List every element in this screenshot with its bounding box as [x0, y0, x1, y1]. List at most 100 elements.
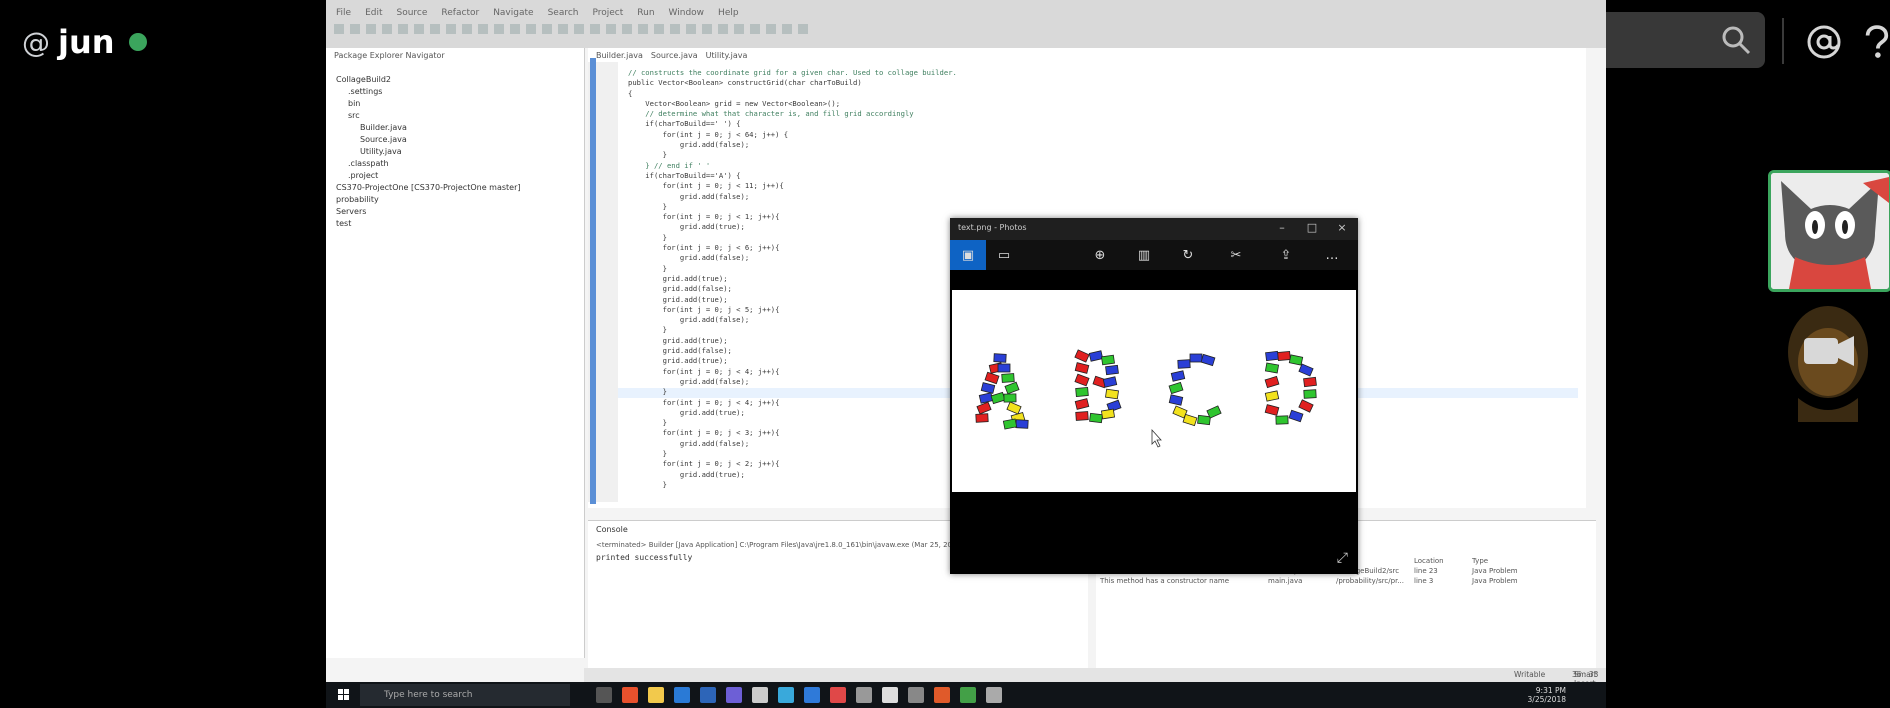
mention-icon[interactable] [1802, 20, 1846, 64]
code-line: public Vector<Boolean> constructGrid(cha… [628, 78, 862, 88]
taskbar-search[interactable]: Type here to search [360, 684, 570, 706]
more-icon[interactable]: … [1314, 240, 1350, 270]
fullscreen-icon[interactable]: ⤢ [1337, 550, 1348, 566]
windows-start-icon[interactable] [338, 689, 350, 701]
file-explorer-icon[interactable] [648, 687, 664, 703]
system-tray-clock[interactable]: 9:31 PM 3/25/2018 [1528, 686, 1566, 704]
crop-icon[interactable]: ✂ [1218, 240, 1254, 270]
close-icon[interactable]: × [1334, 221, 1350, 234]
app-icon[interactable] [934, 687, 950, 703]
code-line: } // end if ' ' [628, 160, 711, 170]
app-icon[interactable] [908, 687, 924, 703]
tree-item: Builder.java [360, 123, 407, 132]
collage-tile [1298, 399, 1314, 413]
share-icon[interactable]: ⇪ [1268, 240, 1304, 270]
code-line: grid.add(false); [628, 284, 732, 294]
task-view-icon[interactable] [596, 687, 612, 703]
shared-screen-stream[interactable]: File Edit Source Refactor Navigate Search Proj… [326, 0, 1606, 708]
taskbar-apps [596, 687, 1002, 703]
participant-avatar-speaking[interactable] [1768, 170, 1890, 292]
collage-tile [1075, 411, 1089, 421]
photos-window[interactable]: text.png - Photos – □ × ▣ ▭ ⊕ ▥ ↻ ✂ ⇪ … … [950, 218, 1358, 574]
collage-tile [978, 392, 994, 404]
app-icon[interactable] [674, 687, 690, 703]
view-image-icon[interactable]: ▣ [950, 240, 986, 270]
slideshow-icon[interactable]: ▭ [986, 240, 1022, 270]
collage-tile [1288, 409, 1304, 423]
maximize-icon[interactable]: □ [1304, 221, 1320, 234]
code-line: grid.add(false); [628, 253, 750, 263]
help-icon[interactable] [1862, 20, 1890, 64]
code-line: for(int j = 0; j < 4; j++){ [628, 397, 780, 407]
zoom-icon[interactable]: ⊕ [1082, 240, 1118, 270]
participant-avatar-video[interactable] [1780, 302, 1876, 422]
app-icon[interactable] [856, 687, 872, 703]
app-icon[interactable] [830, 687, 846, 703]
code-line: } [628, 150, 667, 160]
minimize-icon[interactable]: – [1274, 221, 1290, 234]
collage-tile [1088, 350, 1104, 362]
collage-tile [1264, 362, 1280, 374]
collage-tile [1002, 418, 1018, 430]
code-line: grid.add(true); [628, 407, 745, 417]
tree-item: src [348, 111, 360, 120]
editor-tabs: Builder.java Source.java Utility.java [588, 48, 747, 62]
collage-tile [976, 401, 992, 415]
tree-item: CS370-ProjectOne [CS370-ProjectOne maste… [336, 183, 521, 192]
tree-item: Utility.java [360, 147, 402, 156]
tree-item: Servers [336, 207, 367, 216]
ide-statusbar: Writable Smart Insert [584, 668, 1606, 688]
app-icon[interactable] [804, 687, 820, 703]
tree-item: Source.java [360, 135, 407, 144]
app-icon[interactable] [960, 687, 976, 703]
photos-toolbar: ▣ ▭ ⊕ ▥ ↻ ✂ ⇪ … [950, 240, 1358, 270]
photos-taskbar-icon[interactable] [986, 687, 1002, 703]
collage-tile [975, 413, 989, 423]
taskbar-search-text: Type here to search [384, 690, 473, 700]
dm-channel-title: @ jun [22, 20, 147, 64]
delete-icon[interactable]: ▥ [1126, 240, 1162, 270]
code-line: for(int j = 0; j < 5; j++){ [628, 304, 780, 314]
app-icon[interactable] [752, 687, 768, 703]
code-line: } [628, 387, 667, 397]
collage-tile [1277, 351, 1291, 361]
collage-tile [1105, 364, 1119, 376]
firefox-icon[interactable] [622, 687, 638, 703]
collage-tile [1003, 393, 1017, 403]
editor-ruler [590, 58, 596, 504]
code-line: for(int j = 0; j < 3; j++){ [628, 428, 780, 438]
collage-letters [975, 349, 1317, 448]
search-icon[interactable] [1721, 25, 1751, 59]
app-icon[interactable] [778, 687, 794, 703]
collage-tile [1074, 398, 1090, 410]
code-line: for(int j = 0; j < 2; j++){ [628, 459, 780, 469]
windows-taskbar: Type here to search 9:31 PM 3/25/2018 [326, 682, 1606, 708]
collage-tile [1265, 350, 1279, 362]
collage-tile [1170, 370, 1186, 382]
code-line: } [628, 263, 667, 273]
code-line: for(int j = 0; j < 11; j++){ [628, 181, 784, 191]
app-icon[interactable] [726, 687, 742, 703]
code-line: grid.add(true); [628, 273, 728, 283]
collage-tile [1168, 381, 1184, 395]
tray-date: 3/25/2018 [1527, 695, 1566, 704]
collage-tile [1264, 375, 1280, 389]
code-line: // determine what that character is, and… [628, 109, 914, 119]
code-line: // constructs the coordinate grid for a … [628, 68, 957, 77]
project-tree: CollageBuild2 .settings bin src Builder.… [336, 74, 521, 230]
collage-tile [1264, 404, 1280, 416]
ide-menu: File Edit Source Refactor Navigate Search Proj… [336, 8, 739, 18]
collage-tile [1105, 388, 1119, 400]
console-output: printed successfully [596, 553, 693, 562]
collage-tile [984, 371, 1000, 385]
app-icon[interactable] [882, 687, 898, 703]
rotate-icon[interactable]: ↻ [1170, 240, 1206, 270]
code-line: { [628, 88, 633, 98]
code-line: } [628, 448, 667, 458]
collage-tile [1288, 354, 1304, 366]
code-line: } [628, 232, 667, 242]
ide-menubar: File Edit Source Refactor Navigate Search Proj… [326, 0, 1606, 48]
app-icon[interactable] [700, 687, 716, 703]
at-symbol: @ [22, 25, 50, 59]
username: jun [58, 23, 115, 61]
